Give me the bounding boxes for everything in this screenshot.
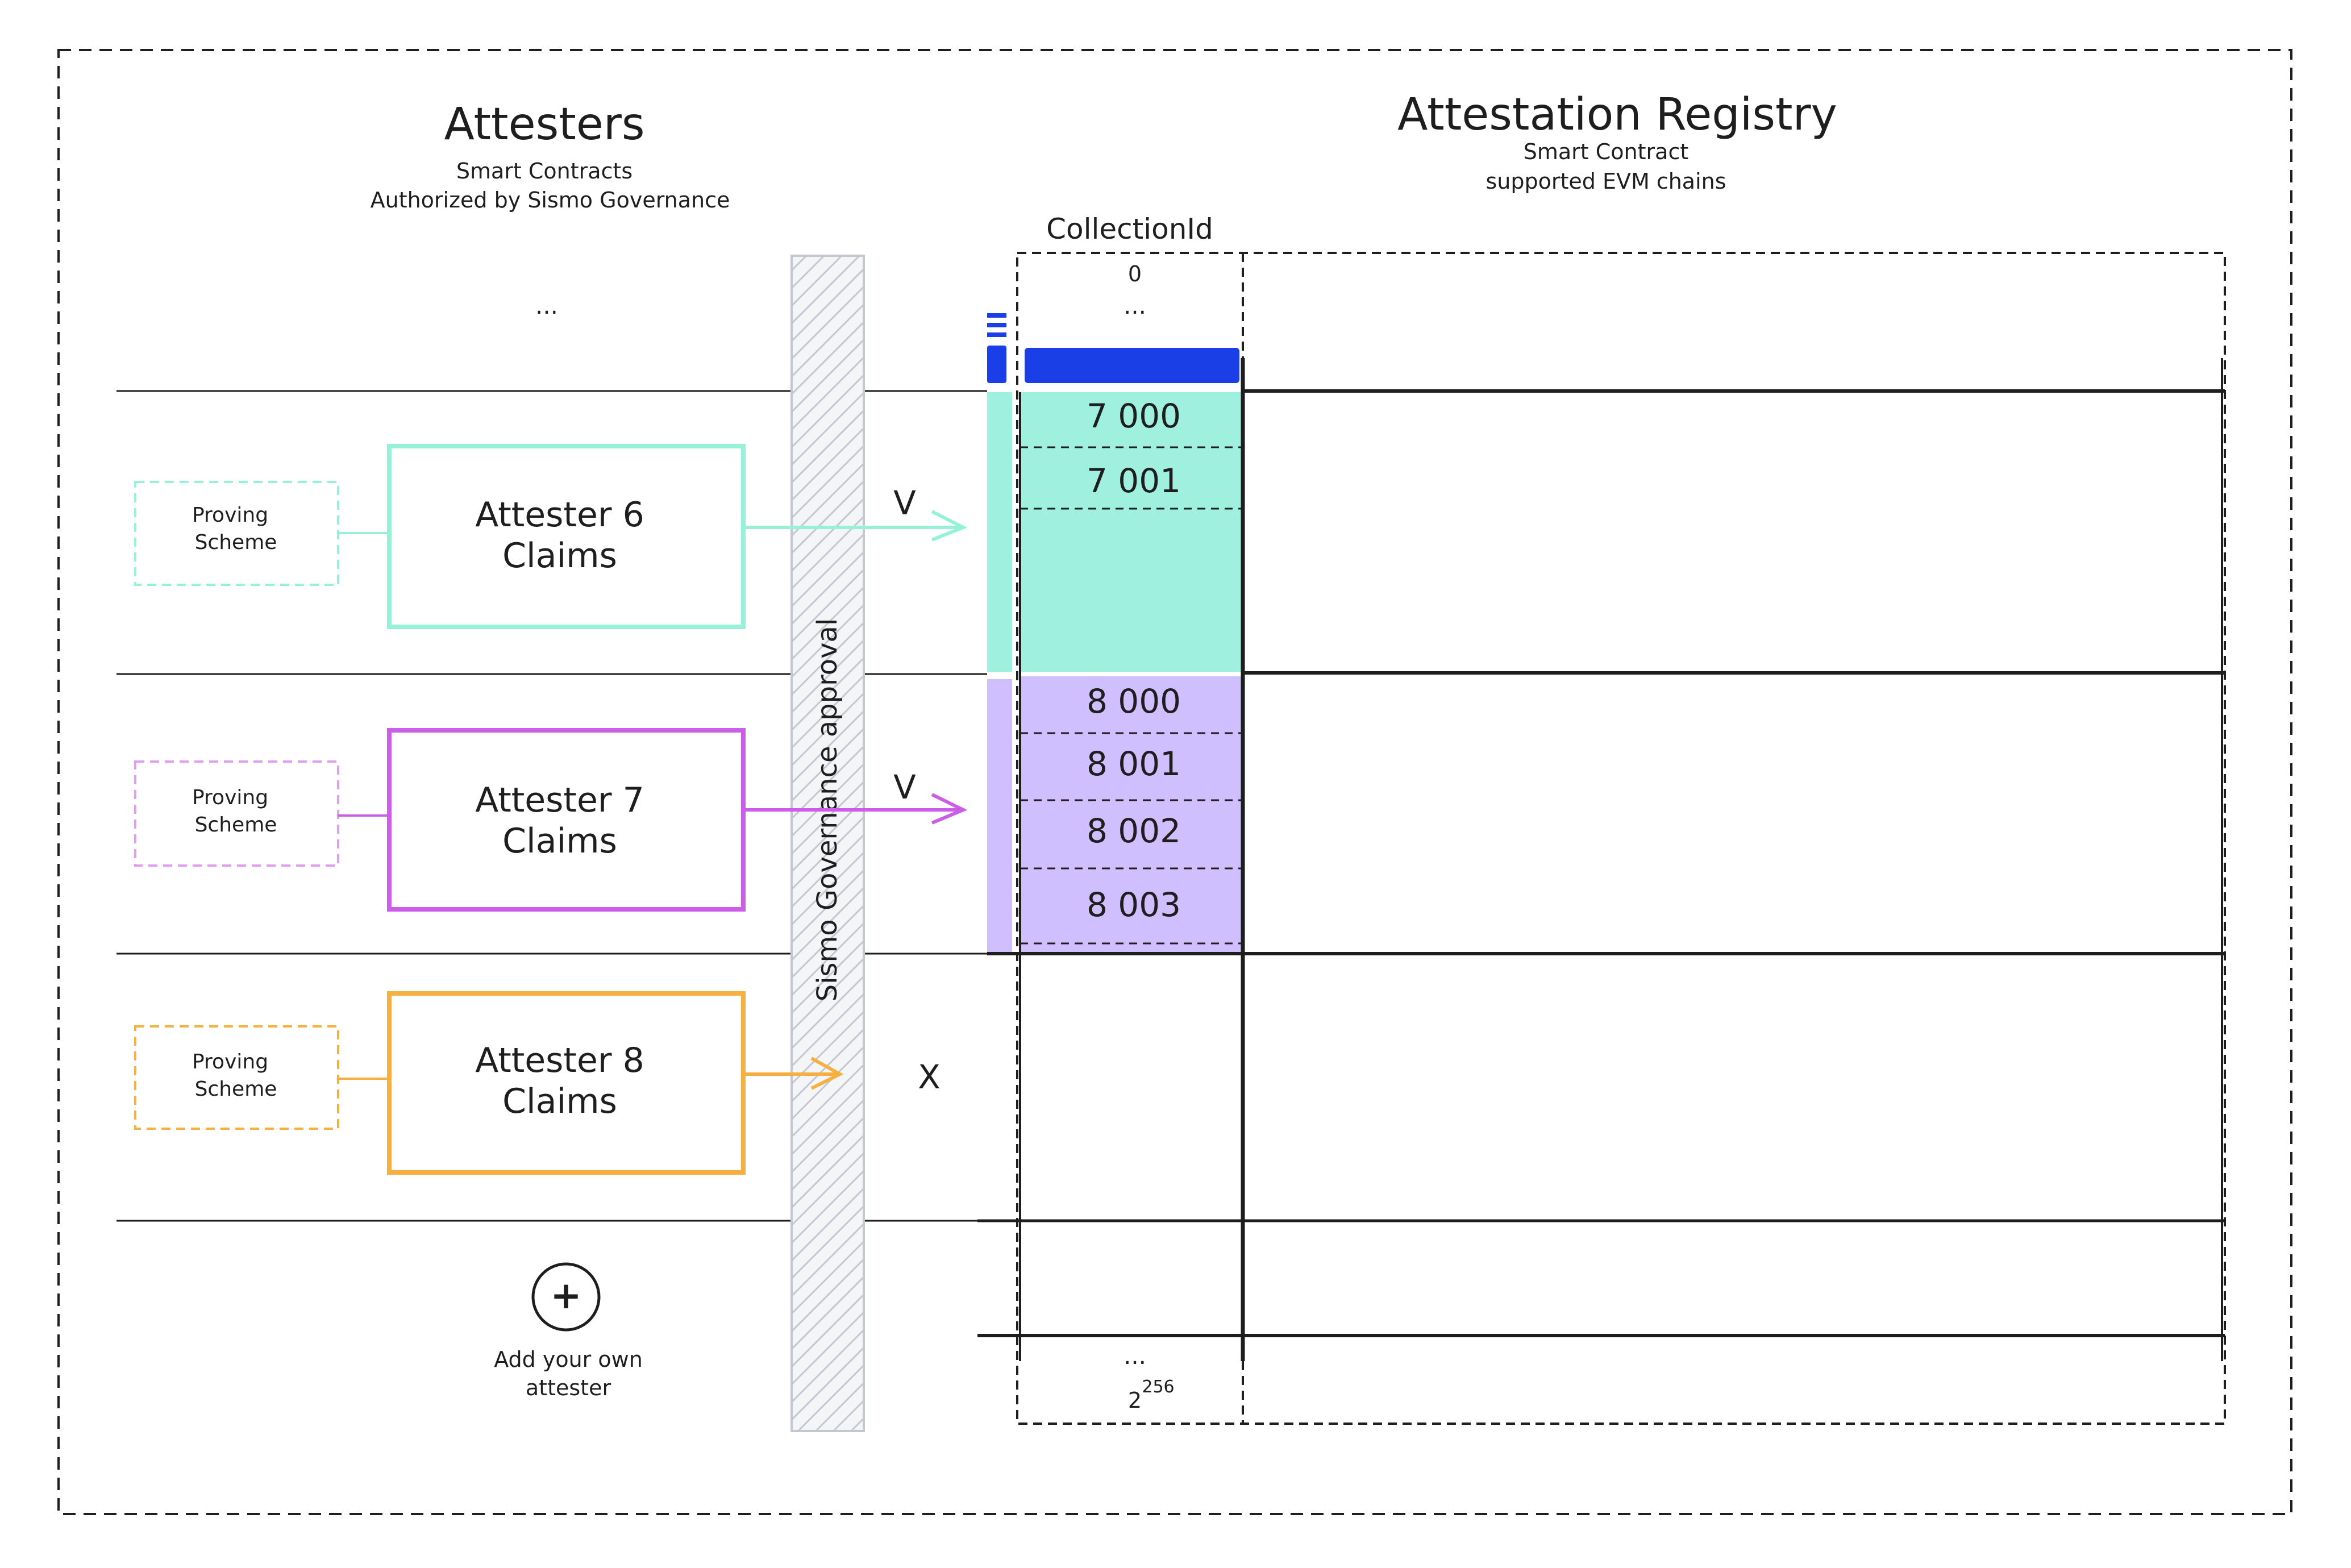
attester-7-approval-mark: V — [893, 768, 916, 806]
collection-id-7000: 7 000 — [1087, 397, 1181, 435]
collection-id-8003: 8 003 — [1087, 885, 1181, 924]
collection-id-top-ellipsis: ... — [1124, 292, 1146, 319]
attester-8-subtitle: Claims — [502, 1082, 617, 1121]
collection-id-zero: 0 — [1128, 261, 1142, 286]
proving-scheme-7-line-1: Proving — [192, 786, 268, 809]
collection-id-8000: 8 000 — [1087, 682, 1181, 721]
attesters-title: Attesters — [444, 99, 644, 150]
purple-side-bar — [987, 679, 1012, 954]
collection-id-8002: 8 002 — [1087, 812, 1181, 850]
proving-scheme-7-line-2: Scheme — [195, 813, 277, 837]
attester-7-subtitle: Claims — [502, 821, 617, 861]
registry-subtitle-1: Smart Contract — [1524, 139, 1689, 164]
add-attester-label-2: attester — [526, 1375, 611, 1400]
attester-8-rejection-mark: X — [918, 1058, 941, 1096]
blue-side-marker — [987, 346, 1006, 383]
teal-side-bar — [987, 392, 1012, 672]
attester-6-approval-mark: V — [893, 484, 916, 522]
collection-id-7001: 7 001 — [1087, 461, 1181, 500]
collection-id-max-exponent: 256 — [1142, 1377, 1174, 1397]
attesters-subtitle-2: Authorized by Sismo Governance — [371, 188, 730, 213]
attester-6-subtitle: Claims — [502, 536, 617, 576]
attester-7-title: Attester 7 — [475, 780, 644, 820]
diagram-svg: Attesters Smart Contracts Authorized by … — [57, 49, 2292, 1515]
proving-scheme-6-line-2: Scheme — [195, 531, 277, 554]
add-attester-plus-icon[interactable]: + — [550, 1274, 581, 1317]
attesters-top-ellipsis: ... — [535, 292, 558, 319]
collection-id-8001: 8 001 — [1087, 745, 1181, 783]
add-attester-button[interactable]: + — [531, 1262, 601, 1332]
attester-6-title: Attester 6 — [475, 495, 644, 535]
collection-id-max-base: 2 — [1128, 1388, 1142, 1413]
proving-scheme-8-line-1: Proving — [192, 1050, 268, 1074]
attester-8-title: Attester 8 — [475, 1041, 644, 1080]
collection-id-bottom-ellipsis: ... — [1124, 1342, 1146, 1370]
diagram-canvas: Attesters Smart Contracts Authorized by … — [0, 0, 2351, 1565]
proving-scheme-8-line-2: Scheme — [195, 1078, 277, 1101]
add-attester-label-1: Add your own — [494, 1347, 643, 1372]
registry-title: Attestation Registry — [1397, 89, 1837, 140]
proving-scheme-6-line-1: Proving — [192, 504, 268, 527]
attesters-subtitle-1: Smart Contracts — [456, 159, 633, 184]
collection-id-header: CollectionId — [1046, 213, 1213, 246]
blue-header-bar — [1025, 348, 1239, 383]
registry-subtitle-2: supported EVM chains — [1486, 169, 1726, 194]
